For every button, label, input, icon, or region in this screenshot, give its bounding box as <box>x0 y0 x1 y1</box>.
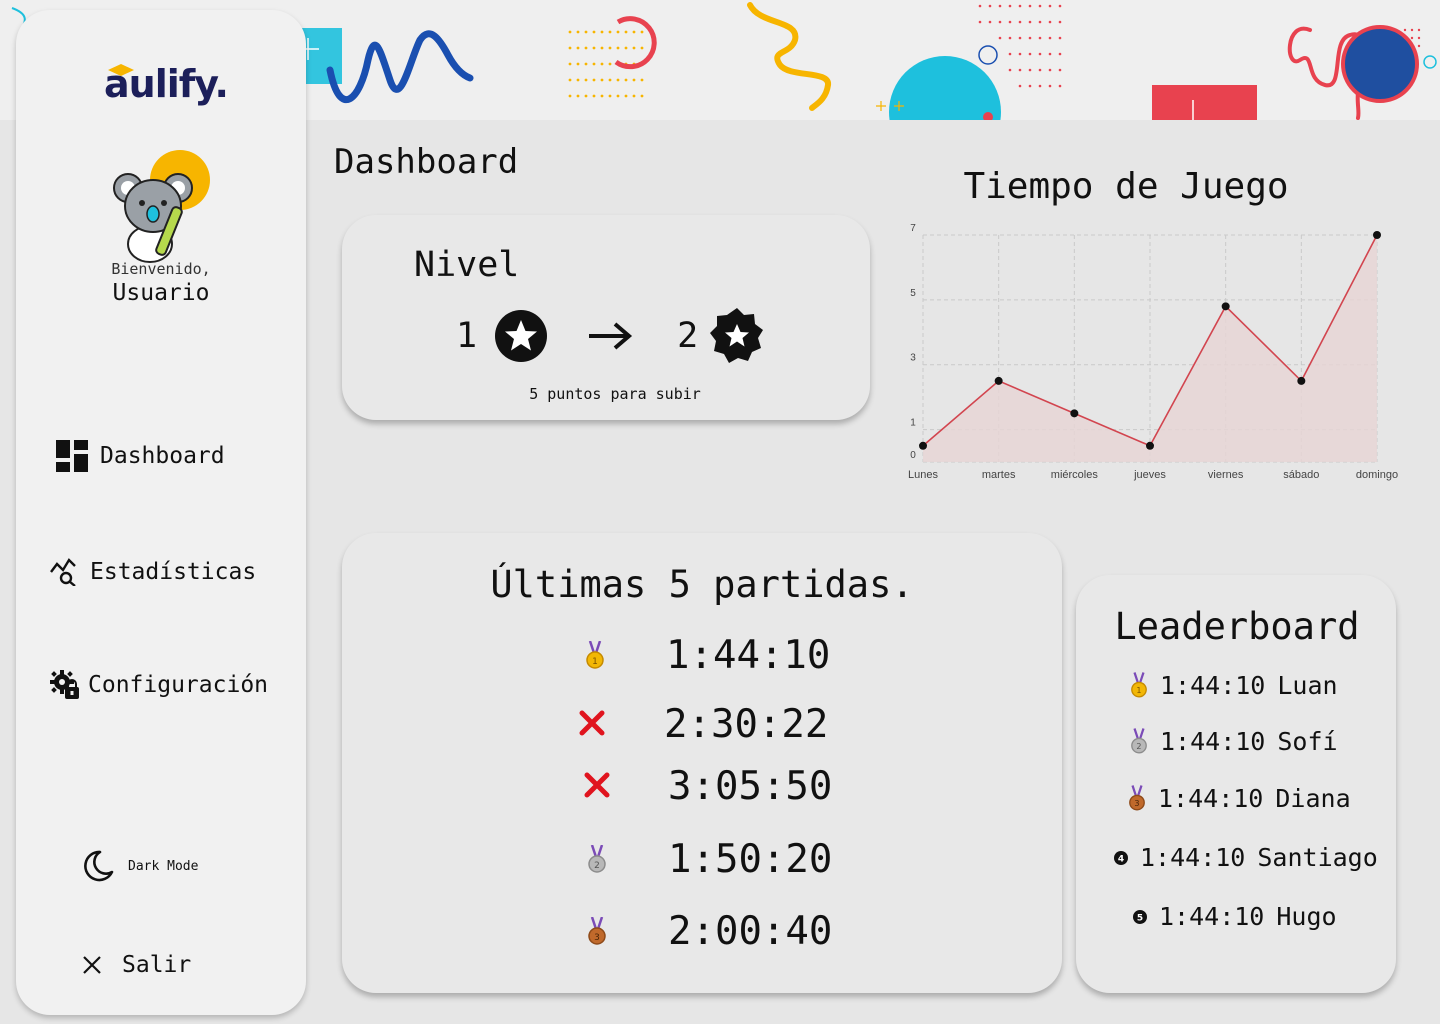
close-icon <box>83 956 101 974</box>
moon-icon <box>84 850 114 882</box>
level-progress: 1 2 <box>456 307 766 365</box>
game-row: 3:05:50 <box>342 764 1062 814</box>
nav-label-configuracion: Configuración <box>88 672 269 698</box>
sidebar: aulify. Bienvenido, Usuario Dashboard Es… <box>16 10 306 1015</box>
x-tick-label: martes <box>982 469 1016 481</box>
leaderboard-player: Hugo <box>1276 902 1337 931</box>
x-tick-label: viernes <box>1208 469 1244 481</box>
leaderboard-time: 1:44:10 <box>1160 671 1266 700</box>
leaderboard-time: 1:44:10 <box>1159 902 1265 931</box>
chart-title: Tiempo de Juego <box>963 166 1289 207</box>
level-title: Nivel <box>414 245 520 285</box>
leaderboard-time: 1:44:10 <box>1160 727 1266 756</box>
y-tick-label: 5 <box>910 288 916 299</box>
data-point <box>994 376 1003 385</box>
game-time: 2:30:22 <box>664 702 829 747</box>
game-row: 2:30:22 <box>342 702 1062 752</box>
leaderboard-row: 5 1:44:10 Hugo <box>1133 902 1337 931</box>
silver-medal-icon: 2 <box>1131 727 1147 753</box>
star-badge-icon <box>495 310 548 362</box>
x-tick-label: miércoles <box>1051 469 1099 481</box>
nav-label-estadisticas: Estadísticas <box>90 559 257 585</box>
page-title: Dashboard <box>334 142 519 182</box>
leaderboard-row: 2 1:44:10 Sofí <box>1130 727 1338 756</box>
x-tick-label: domingo <box>1356 469 1398 481</box>
svg-text:4: 4 <box>1118 854 1124 864</box>
y-tick-label: 0 <box>910 450 916 461</box>
rank-5-icon: 5 <box>1133 909 1147 924</box>
current-level: 1 <box>456 316 478 356</box>
logout-label: Salir <box>122 952 192 978</box>
red-x-icon <box>584 772 610 798</box>
game-row: 3 2:00:40 <box>342 909 1062 959</box>
welcome-label: Bienvenido, <box>111 260 211 278</box>
recent-games-card: Últimas 5 partidas. 1 1:44:10 2:30:22 3:… <box>342 533 1062 993</box>
leaderboard-player: Sofí <box>1277 727 1338 756</box>
silver-medal-icon: 2 <box>588 845 606 873</box>
leaderboard-player: Diana <box>1275 784 1351 813</box>
svg-text:1: 1 <box>592 657 598 667</box>
nav-item-configuracion[interactable]: Configuración <box>50 670 268 700</box>
svg-text:5: 5 <box>1137 913 1143 923</box>
red-x-icon <box>579 710 605 736</box>
data-point <box>1146 441 1154 450</box>
leaderboard-title: Leaderboard <box>1114 605 1360 648</box>
game-row: 1 1:44:10 <box>342 633 1062 683</box>
svg-text:3: 3 <box>1134 798 1139 808</box>
svg-text:3: 3 <box>594 933 600 943</box>
y-tick-label: 7 <box>910 223 916 234</box>
leaderboard-player: Santiago <box>1257 843 1378 872</box>
level-hint: 5 puntos para subir <box>529 385 701 403</box>
y-tick-label: 3 <box>910 353 916 364</box>
nav-label-dashboard: Dashboard <box>100 443 225 469</box>
dashboard-icon <box>56 440 88 472</box>
bronze-medal-icon: 3 <box>588 917 606 945</box>
game-time: 1:44:10 <box>666 633 831 678</box>
game-time: 3:05:50 <box>668 764 833 809</box>
next-level: 2 <box>677 316 699 356</box>
data-point <box>1373 231 1381 239</box>
dark-mode-label: Dark Mode <box>128 858 199 874</box>
leaderboard-card: Leaderboard 1 1:44:10 Luan 2 1:44:10 Sof… <box>1076 575 1396 993</box>
data-point <box>1221 302 1230 311</box>
game-row: 2 1:50:20 <box>342 837 1062 887</box>
leaderboard-player: Luan <box>1277 671 1338 700</box>
dark-mode-toggle[interactable]: Dark Mode <box>80 848 198 884</box>
svg-text:2: 2 <box>1136 741 1141 751</box>
playtime-chart: 0 1 3 5 7 Lunes martes miércoles jueves viernes sá… <box>908 223 1398 481</box>
game-time: 1:50:20 <box>668 837 833 882</box>
x-tick-label: sábado <box>1283 469 1319 481</box>
level-card: Nivel 1 2 5 puntos para subir <box>342 215 870 420</box>
nav-item-dashboard[interactable]: Dashboard <box>56 440 225 472</box>
logout-button[interactable]: Salir <box>82 952 191 978</box>
x-tick-label: Lunes <box>908 469 938 481</box>
data-point <box>1297 376 1306 385</box>
leaderboard-row: 4 1:44:10 Santiago <box>1114 843 1378 872</box>
rank-4-icon: 4 <box>1114 850 1128 865</box>
leaderboard-time: 1:44:10 <box>1158 784 1264 813</box>
logo-text: aulify. <box>104 62 229 106</box>
recent-games-title: Últimas 5 partidas. <box>490 563 914 606</box>
gold-medal-icon: 1 <box>1131 671 1147 697</box>
stats-search-icon <box>50 558 76 586</box>
bronze-medal-icon: 3 <box>1129 784 1145 810</box>
aulify-logo[interactable]: aulify. <box>104 62 229 118</box>
leaderboard-row: 1 1:44:10 Luan <box>1130 671 1338 700</box>
leaderboard-row: 3 1:44:10 Diana <box>1128 784 1351 813</box>
data-point <box>919 441 927 450</box>
data-point <box>1070 409 1079 418</box>
y-tick-label: 1 <box>910 418 916 429</box>
rosette-badge-icon <box>710 308 764 363</box>
nav-item-estadisticas[interactable]: Estadísticas <box>50 558 256 586</box>
username: Usuario <box>112 280 210 306</box>
settings-lock-icon <box>50 670 79 699</box>
gold-medal-icon: 1 <box>586 641 604 669</box>
x-tick-label: jueves <box>1133 469 1166 481</box>
svg-text:1: 1 <box>1136 685 1141 695</box>
leaderboard-time: 1:44:10 <box>1140 843 1246 872</box>
game-time: 2:00:40 <box>668 909 833 954</box>
svg-text:2: 2 <box>594 861 600 871</box>
arrow-right-icon <box>589 322 633 350</box>
koala-avatar <box>113 150 210 263</box>
